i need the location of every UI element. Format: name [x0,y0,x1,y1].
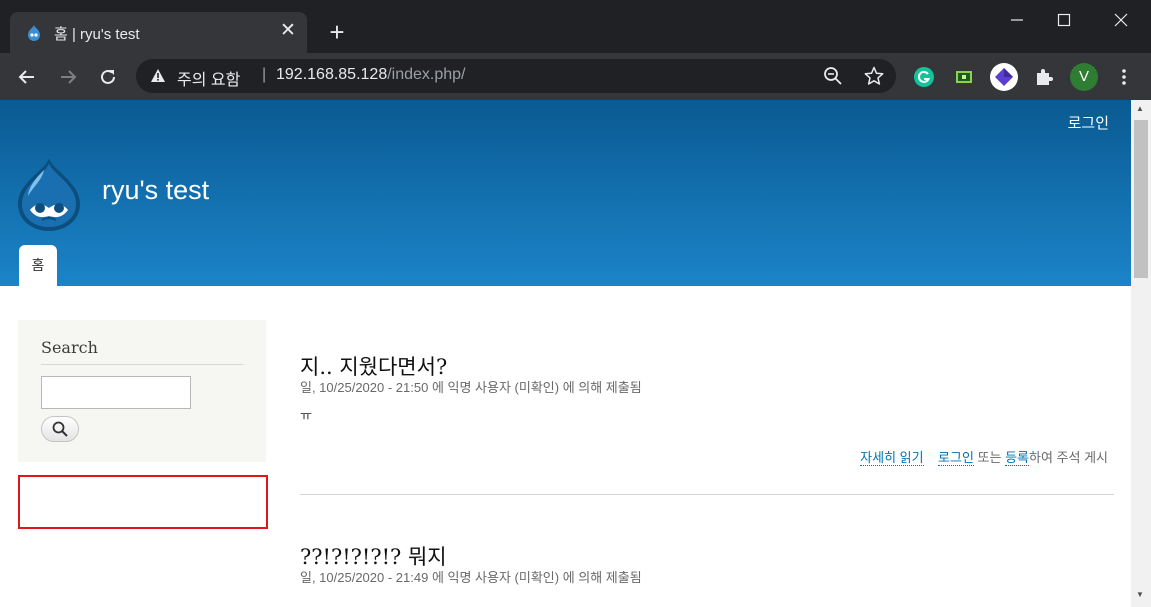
profile-initial: V [1070,63,1098,91]
tab-strip: 홈 | ryu's test ✕ + [0,0,1151,53]
url-text[interactable]: 192.168.85.128/index.php/ [276,66,466,84]
extension-purple-icon[interactable] [990,63,1018,91]
warning-icon[interactable] [150,68,166,83]
article: ??!?!?!?!? 뭐지 일, 10/25/2020 - 21:49 에 익명… [300,541,1114,585]
extension-green-icon[interactable] [950,63,978,91]
page-scrollbar[interactable]: ▲ ▼ [1131,100,1151,607]
address-bar[interactable]: 주의 요함 | 192.168.85.128/index.php/ [136,59,896,93]
header-login-link[interactable]: 로그인 [1068,112,1109,133]
site-header: 로그인 ryu's test 홈 [0,100,1131,286]
forward-icon[interactable] [52,61,84,93]
search-button[interactable] [41,416,79,442]
zoom-icon[interactable] [823,66,843,86]
read-more-link[interactable]: 자세히 읽기 [860,450,924,466]
close-icon[interactable]: ✕ [277,20,299,42]
maximize-icon[interactable] [1041,6,1087,34]
search-divider [41,364,243,365]
drupal-logo-icon[interactable] [16,156,82,232]
search-block: Search [18,320,266,462]
profile-avatar[interactable]: V [1070,63,1098,91]
highlight-box [18,475,268,529]
grammarly-icon[interactable] [910,63,938,91]
comment-suffix: 하여 주석 게시 [1029,450,1108,465]
article-meta: 일, 10/25/2020 - 21:49 에 익명 사용자 (미확인) 에 의… [300,570,642,585]
browser-toolbar: 주의 요함 | 192.168.85.128/index.php/ V [0,53,1151,100]
site-name[interactable]: ryu's test [102,175,209,206]
puzzle-icon[interactable] [1030,63,1058,91]
drupal-favicon-icon [28,25,40,41]
window-close-icon[interactable] [1098,6,1144,34]
tab-home[interactable]: 홈 [19,245,57,286]
article-divider [300,494,1114,495]
scroll-up-icon[interactable]: ▲ [1136,104,1144,113]
reload-icon[interactable] [92,61,124,93]
browser-tab[interactable]: 홈 | ryu's test ✕ [10,12,307,53]
article-links: 자세히 읽기 로그인 또는 등록하여 주석 게시 [860,447,1108,466]
search-input[interactable] [41,376,191,409]
star-icon[interactable] [864,66,884,86]
plus-icon[interactable]: + [322,19,352,49]
register-link[interactable]: 등록 [1005,450,1030,466]
login-link[interactable]: 로그인 [938,450,974,466]
magnifier-icon [52,421,68,437]
more-icon[interactable] [1110,63,1138,91]
scroll-thumb[interactable] [1134,120,1148,278]
tab-title: 홈 | ryu's test [54,26,140,43]
url-path: /index.php/ [387,66,466,83]
article-body: ㅠ [300,408,312,423]
minimize-icon[interactable] [994,6,1040,34]
scroll-down-icon[interactable]: ▼ [1136,590,1144,599]
or-text: 또는 [977,450,1002,465]
security-warning-label[interactable]: 주의 요함 [177,66,240,90]
article-meta: 일, 10/25/2020 - 21:50 에 익명 사용자 (미확인) 에 의… [300,380,642,395]
url-host: 192.168.85.128 [276,66,388,83]
article: 지.. 지웠다면서? 일, 10/25/2020 - 21:50 에 익명 사용… [300,351,1114,466]
back-icon[interactable] [11,61,43,93]
omnibox-separator: | [262,66,267,83]
search-block-title: Search [41,338,98,357]
